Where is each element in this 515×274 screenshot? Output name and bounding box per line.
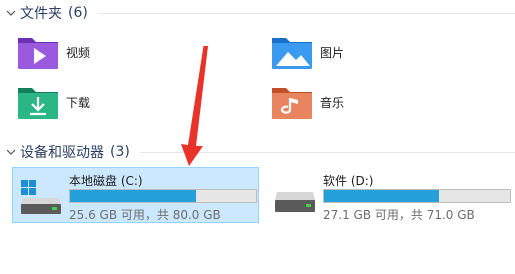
- drive-item-d[interactable]: 软件 (D:) 27.1 GB 可用，共 71.0 GB: [266, 167, 513, 223]
- divider: [98, 13, 515, 14]
- downloads-folder-icon: [18, 88, 58, 119]
- videos-folder-icon: [18, 38, 58, 69]
- drive-name: 本地磁盘 (C:): [69, 174, 143, 188]
- drives-group-count: (3): [110, 144, 130, 160]
- drive-usage-fill: [324, 190, 440, 202]
- folder-item-music[interactable]: 音乐: [270, 80, 344, 124]
- drive-icon: [275, 192, 315, 212]
- pictures-folder-icon: [272, 38, 312, 69]
- drive-name: 软件 (D:): [323, 174, 374, 188]
- music-folder-icon: [272, 88, 312, 119]
- folder-label: 视频: [66, 45, 91, 60]
- drive-free-space: 25.6 GB 可用，共 80.0 GB: [69, 208, 221, 222]
- folders-group-title: 文件夹: [20, 6, 62, 22]
- file-explorer-this-pc-view: 文件夹 (6) 视频 图片 下载 音乐 设备和驱动器 (3) 本地磁盘 (C:)…: [0, 0, 515, 274]
- drive-usage-bar: [69, 189, 257, 203]
- drive-item-c[interactable]: 本地磁盘 (C:) 25.6 GB 可用，共 80.0 GB: [12, 167, 259, 223]
- folder-item-videos[interactable]: 视频: [16, 30, 90, 74]
- drive-usage-bar: [323, 189, 511, 203]
- divider: [140, 152, 515, 153]
- folder-label: 图片: [320, 45, 345, 60]
- drives-group-header[interactable]: 设备和驱动器 (3): [0, 141, 515, 163]
- folder-item-downloads[interactable]: 下载: [16, 80, 90, 124]
- folder-label: 音乐: [320, 95, 345, 110]
- chevron-down-icon[interactable]: [3, 144, 19, 160]
- drives-group-title: 设备和驱动器: [20, 145, 104, 161]
- folder-item-pictures[interactable]: 图片: [270, 30, 344, 74]
- windows-drive-icon: [21, 180, 61, 214]
- folder-label: 下载: [66, 95, 91, 110]
- chevron-down-icon[interactable]: [3, 5, 19, 21]
- drive-usage-fill: [70, 190, 197, 202]
- folders-group-count: (6): [68, 5, 88, 21]
- drive-free-space: 27.1 GB 可用，共 71.0 GB: [323, 208, 475, 222]
- folders-group-header[interactable]: 文件夹 (6): [0, 2, 515, 24]
